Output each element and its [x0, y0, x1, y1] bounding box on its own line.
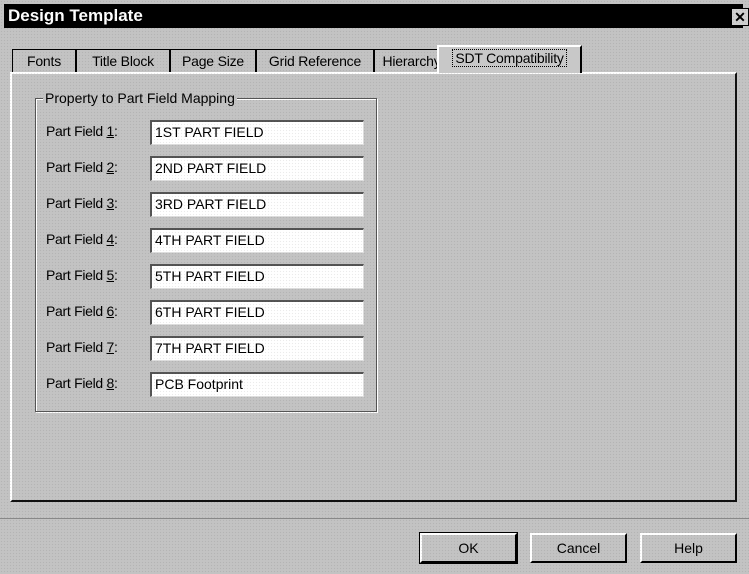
part-field-2-input[interactable]: 2ND PART FIELD — [150, 156, 364, 181]
help-button[interactable]: Help — [640, 533, 737, 563]
design-template-dialog: Design Template ✕ Fonts Title Block Page… — [0, 0, 749, 574]
ok-button[interactable]: OK — [419, 532, 518, 564]
part-field-4-input[interactable]: 4TH PART FIELD — [150, 228, 364, 253]
bottom-divider — [0, 518, 749, 519]
close-icon[interactable]: ✕ — [731, 8, 749, 26]
part-field-6-label: Part Field 6: — [46, 303, 118, 319]
part-field-8-label: Part Field 8: — [46, 375, 118, 391]
part-field-8-input[interactable]: PCB Footprint — [150, 372, 364, 397]
tab-page-size[interactable]: Page Size — [170, 49, 256, 72]
part-field-1-input[interactable]: 1ST PART FIELD — [150, 120, 364, 145]
part-field-4-label: Part Field 4: — [46, 231, 118, 247]
tab-grid-reference[interactable]: Grid Reference — [256, 49, 374, 72]
tab-fonts[interactable]: Fonts — [12, 49, 76, 72]
window-title: Design Template — [8, 6, 143, 25]
part-field-3-label: Part Field 3: — [46, 195, 118, 211]
part-field-5-input[interactable]: 5TH PART FIELD — [150, 264, 364, 289]
part-field-5-label: Part Field 5: — [46, 267, 118, 283]
part-field-6-input[interactable]: 6TH PART FIELD — [150, 300, 364, 325]
part-field-7-label: Part Field 7: — [46, 339, 118, 355]
tab-sdt-compatibility[interactable]: SDT Compatibility — [437, 45, 582, 73]
tab-sdt-compatibility-label: SDT Compatibility — [452, 49, 567, 67]
part-field-mapping-group — [35, 98, 377, 412]
part-field-7-input[interactable]: 7TH PART FIELD — [150, 336, 364, 361]
group-title: Property to Part Field Mapping — [43, 90, 237, 106]
title-bar[interactable]: Design Template ✕ — [4, 4, 749, 28]
part-field-3-input[interactable]: 3RD PART FIELD — [150, 192, 364, 217]
tab-title-block[interactable]: Title Block — [76, 49, 170, 72]
cancel-button[interactable]: Cancel — [530, 533, 627, 563]
part-field-1-label: Part Field 1: — [46, 123, 118, 139]
part-field-2-label: Part Field 2: — [46, 159, 118, 175]
